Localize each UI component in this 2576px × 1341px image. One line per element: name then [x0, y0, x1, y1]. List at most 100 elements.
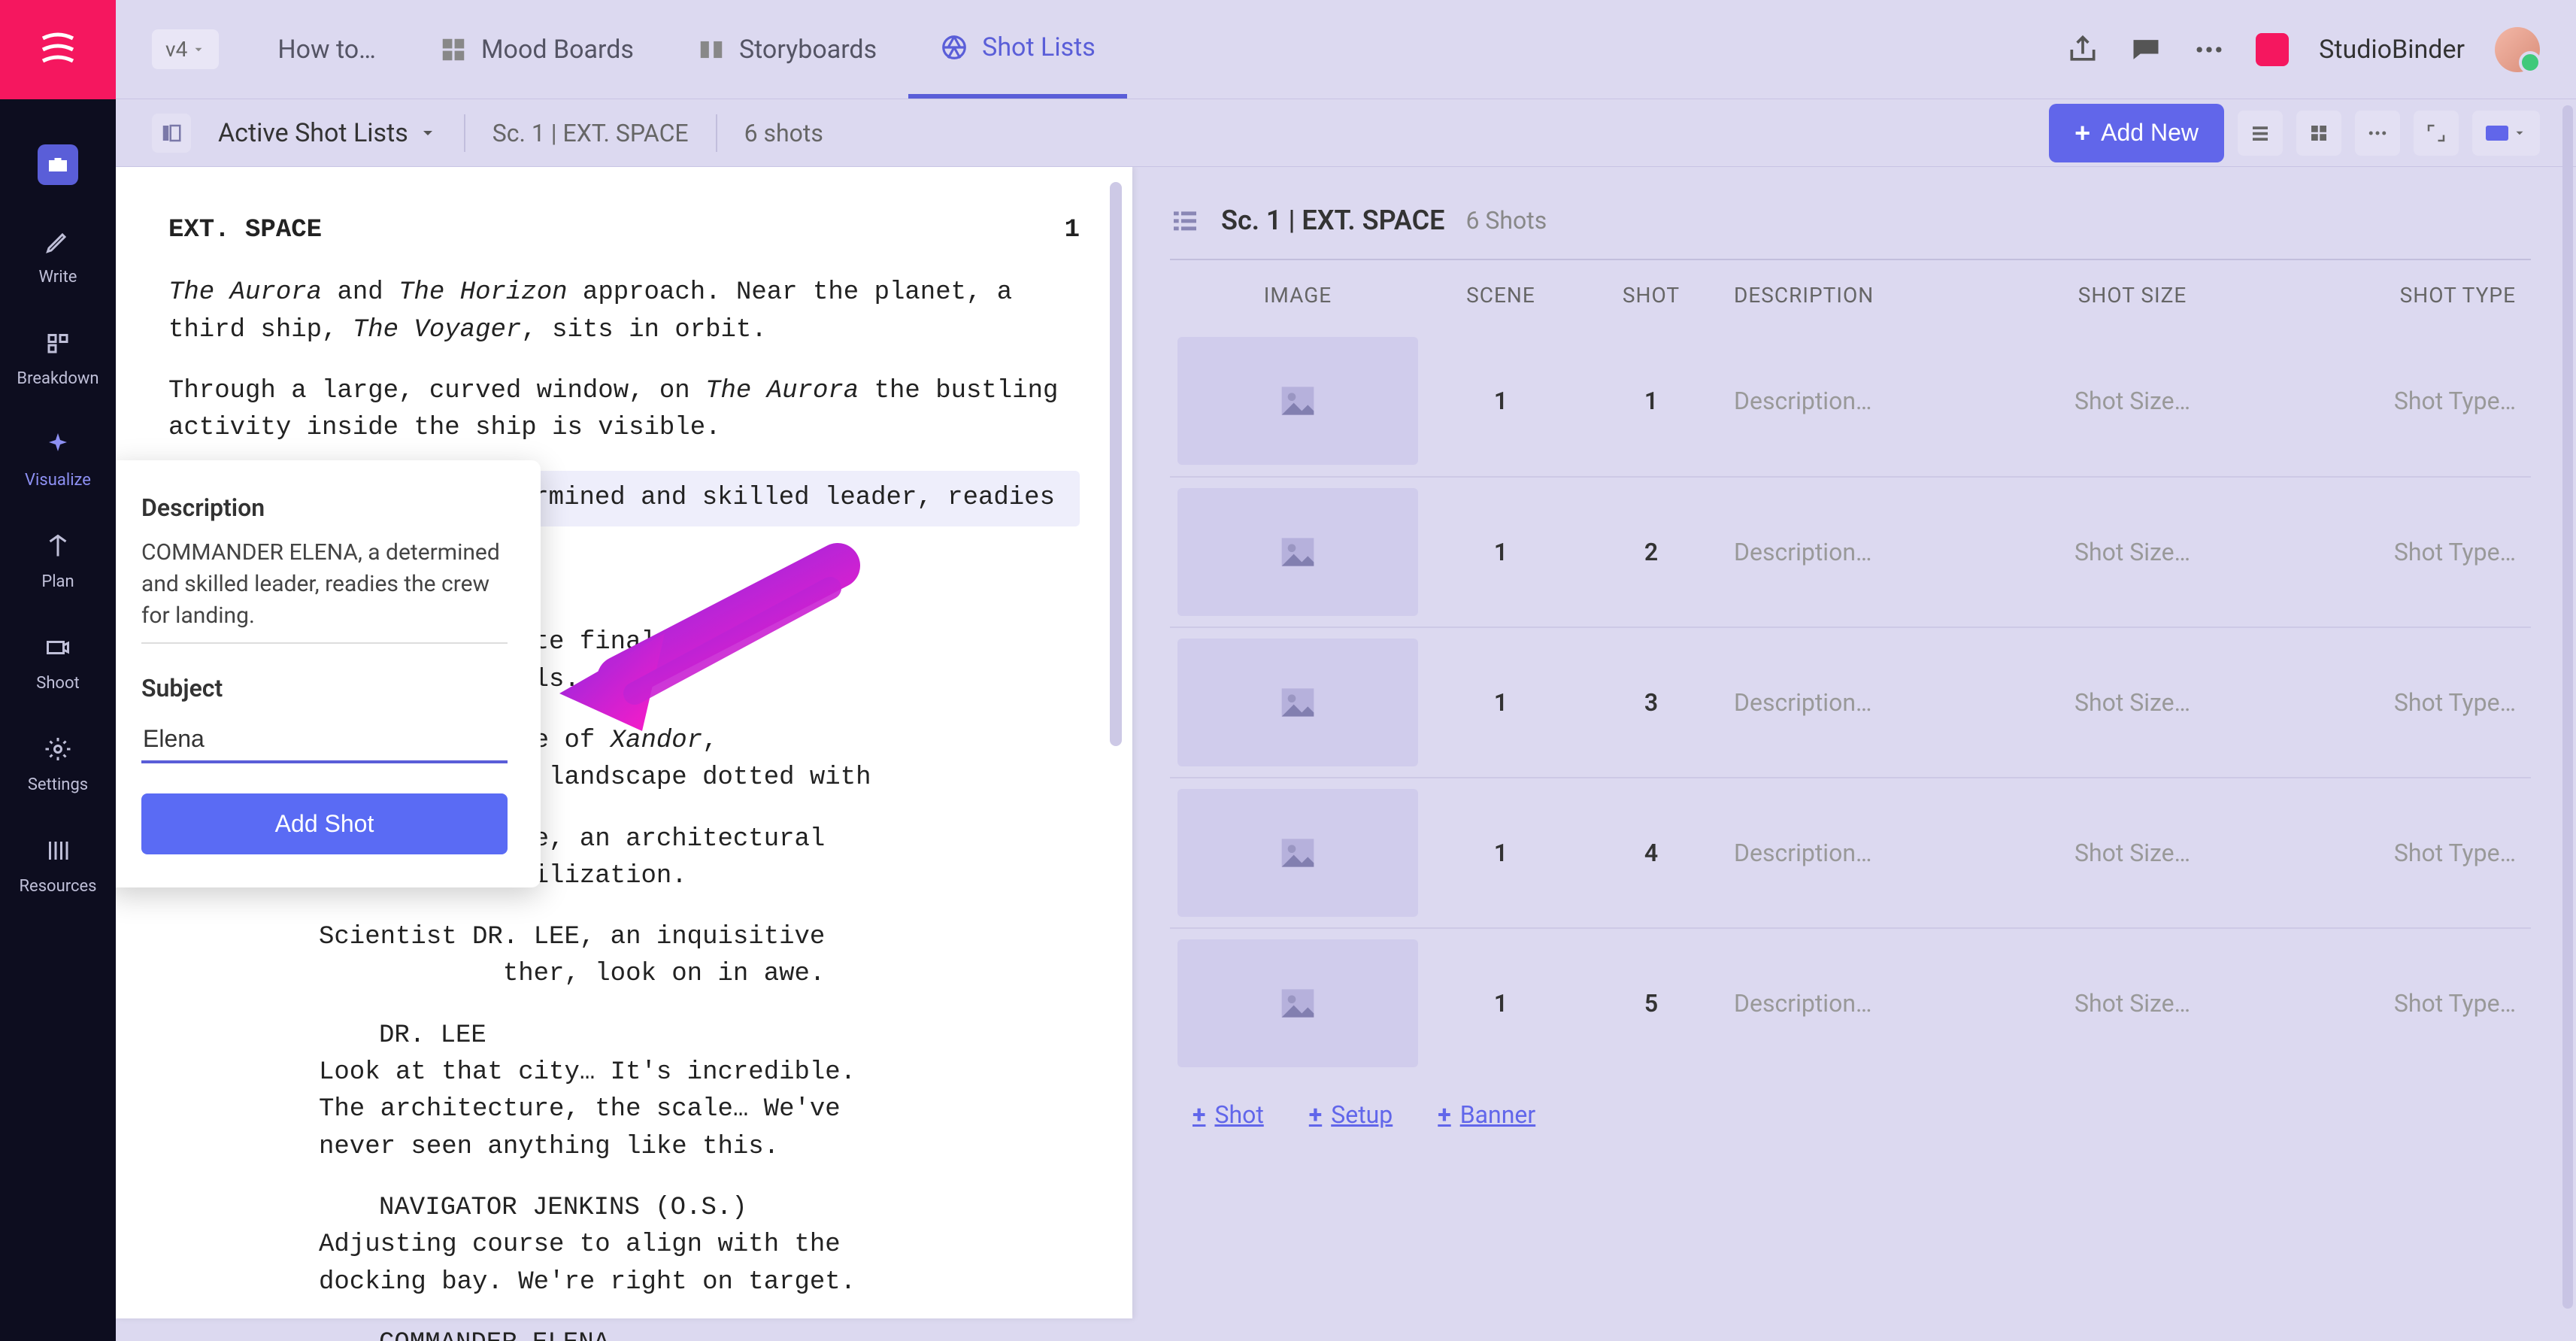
- page-scrollbar[interactable]: [2562, 105, 2573, 1309]
- briefcase-icon: [44, 151, 71, 178]
- version-badge-label: v4: [165, 37, 187, 62]
- add-shot-link[interactable]: +Shot: [1193, 1100, 1264, 1129]
- col-shot-type: SHOT TYPE: [2253, 283, 2531, 308]
- popover-subject-heading: Subject: [141, 674, 508, 702]
- view-grid-icon[interactable]: [2296, 111, 2341, 156]
- table-row[interactable]: 1 2 Description… Shot Size… Shot Type…: [1170, 476, 2531, 627]
- image-placeholder[interactable]: [1177, 939, 1418, 1067]
- active-shot-lists-label: Active Shot Lists: [218, 118, 408, 148]
- chat-icon[interactable]: [2129, 33, 2162, 66]
- table-header: IMAGE SCENE SHOT DESCRIPTION SHOT SIZE S…: [1170, 260, 2531, 326]
- cell-description[interactable]: Description…: [1726, 839, 2012, 867]
- camera-icon: [44, 634, 71, 661]
- add-shot-button[interactable]: Add Shot: [141, 793, 508, 854]
- subject-input[interactable]: [141, 718, 508, 763]
- add-new-label: Add New: [2101, 119, 2199, 147]
- top-tabs-bar: v4 How to… Mood Boards Storyboards Shot …: [116, 0, 2576, 99]
- cell-shot-size[interactable]: Shot Size…: [2012, 989, 2253, 1018]
- breakdown-icon: [44, 329, 71, 356]
- view-list-icon[interactable]: [2238, 111, 2283, 156]
- brand-name: StudioBinder: [2319, 35, 2465, 65]
- cell-description[interactable]: Description…: [1726, 688, 2012, 717]
- character-cue[interactable]: COMMANDER ELENA: [379, 1325, 1080, 1341]
- version-badge[interactable]: v4: [152, 29, 219, 69]
- rail-visualize[interactable]: Visualize: [25, 424, 91, 490]
- rail-breakdown-label: Breakdown: [17, 369, 98, 388]
- cell-shot-size[interactable]: Shot Size…: [2012, 839, 2253, 867]
- character-cue[interactable]: NAVIGATOR JENKINS (O.S.): [379, 1190, 1080, 1227]
- rail-plan[interactable]: Plan: [38, 526, 78, 591]
- cell-shot-type[interactable]: Shot Type…: [2253, 387, 2531, 415]
- storyboard-icon: [697, 35, 726, 64]
- cell-description[interactable]: Description…: [1726, 387, 2012, 415]
- cell-shot: 3: [1576, 688, 1726, 717]
- pencil-icon: [44, 228, 71, 255]
- image-placeholder[interactable]: [1177, 488, 1418, 616]
- rail-settings[interactable]: Settings: [28, 729, 88, 794]
- more-tools-icon[interactable]: [2355, 111, 2400, 156]
- table-row[interactable]: 1 5 Description… Shot Size… Shot Type…: [1170, 927, 2531, 1078]
- table-row[interactable]: 1 4 Description… Shot Size… Shot Type…: [1170, 777, 2531, 927]
- dialogue[interactable]: Adjusting course to align with the docki…: [319, 1227, 1080, 1301]
- script-action[interactable]: Through a large, curved window, on The A…: [168, 373, 1080, 448]
- rail-write[interactable]: Write: [38, 221, 78, 287]
- cell-shot-size[interactable]: Shot Size…: [2012, 538, 2253, 566]
- col-image: IMAGE: [1170, 283, 1426, 308]
- add-banner-link[interactable]: +Banner: [1438, 1100, 1535, 1129]
- brand-logo[interactable]: [0, 0, 116, 99]
- cell-shot-type[interactable]: Shot Type…: [2253, 989, 2531, 1018]
- active-shot-lists-select[interactable]: Active Shot Lists: [218, 118, 437, 148]
- script-action[interactable]: The Aurora and The Horizon approach. Nea…: [168, 275, 1080, 349]
- tab-shotlists[interactable]: Shot Lists: [908, 0, 1127, 99]
- rail-resources[interactable]: Resources: [19, 830, 96, 896]
- rail-resources-label: Resources: [19, 877, 96, 896]
- tab-storyboards[interactable]: Storyboards: [665, 0, 908, 99]
- color-filter[interactable]: [2472, 111, 2540, 156]
- more-icon[interactable]: [2193, 33, 2226, 66]
- slugline: EXT. SPACE 1: [168, 212, 1080, 249]
- page-number: 1: [1065, 212, 1080, 249]
- dialogue[interactable]: Look at that city… It's incredible. The …: [319, 1054, 1080, 1166]
- image-placeholder[interactable]: [1177, 639, 1418, 766]
- rail-shoot[interactable]: Shoot: [36, 627, 79, 693]
- cell-scene: 1: [1426, 538, 1576, 566]
- table-row[interactable]: 1 3 Description… Shot Size… Shot Type…: [1170, 627, 2531, 777]
- script-action[interactable]: Scientist DR. LEE, an inquisitive ther, …: [319, 919, 1080, 994]
- image-placeholder[interactable]: [1177, 337, 1418, 465]
- tab-moodboards[interactable]: Mood Boards: [408, 0, 665, 99]
- cell-shot: 2: [1576, 538, 1726, 566]
- rail-settings-label: Settings: [28, 775, 88, 794]
- table-row[interactable]: 1 1 Description… Shot Size… Shot Type…: [1170, 326, 2531, 476]
- add-setup-link[interactable]: +Setup: [1309, 1100, 1393, 1129]
- cell-shot-type[interactable]: Shot Type…: [2253, 688, 2531, 717]
- brand-badge-icon: [2256, 33, 2289, 66]
- cell-shot: 5: [1576, 989, 1726, 1018]
- chevron-down-icon: [419, 124, 437, 142]
- rail-breakdown[interactable]: Breakdown: [17, 323, 98, 388]
- share-icon[interactable]: [2066, 33, 2099, 66]
- rail-visualize-label: Visualize: [25, 471, 91, 490]
- add-new-button[interactable]: + Add New: [2049, 104, 2224, 162]
- cell-shot-type[interactable]: Shot Type…: [2253, 538, 2531, 566]
- tab-howto[interactable]: How to…: [246, 0, 408, 99]
- scene-label: Sc. 1 | EXT. SPACE: [492, 119, 689, 147]
- cell-description[interactable]: Description…: [1726, 538, 2012, 566]
- library-icon: [44, 837, 71, 864]
- cell-shot: 1: [1576, 387, 1726, 415]
- cell-shot-size[interactable]: Shot Size…: [2012, 387, 2253, 415]
- col-description: DESCRIPTION: [1726, 283, 2012, 308]
- list-footer: +Shot +Setup +Banner: [1170, 1078, 2531, 1129]
- rail-briefcase[interactable]: [38, 144, 78, 185]
- add-shot-popover: Description COMMANDER ELENA, a determine…: [116, 460, 541, 887]
- cell-shot-size[interactable]: Shot Size…: [2012, 688, 2253, 717]
- script-scrollbar[interactable]: [1110, 182, 1122, 746]
- image-placeholder[interactable]: [1177, 789, 1418, 917]
- panel-toggle-icon[interactable]: [152, 114, 191, 153]
- expand-icon[interactable]: [2414, 111, 2459, 156]
- cell-shot-type[interactable]: Shot Type…: [2253, 839, 2531, 867]
- user-avatar[interactable]: [2495, 27, 2540, 72]
- list-icon: [1170, 205, 1200, 235]
- left-rail: Write Breakdown Visualize Plan Shoot Set…: [0, 0, 116, 1341]
- character-cue[interactable]: DR. LEE: [379, 1018, 1080, 1054]
- cell-description[interactable]: Description…: [1726, 989, 2012, 1018]
